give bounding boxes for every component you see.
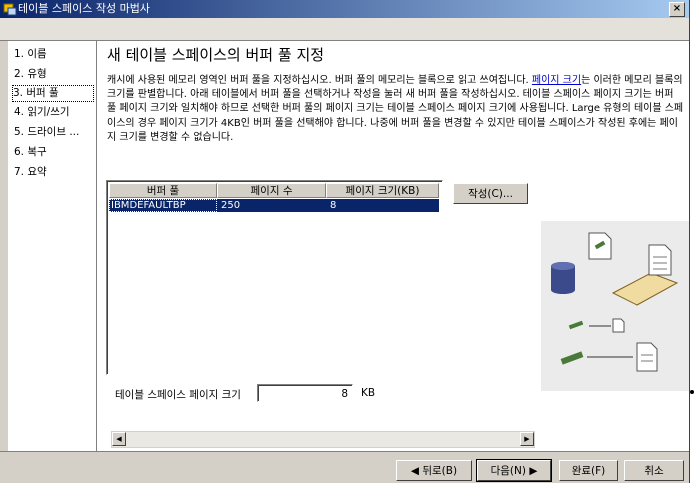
- bufferpool-illustration: [541, 221, 689, 391]
- column-header-pages[interactable]: 페이지 수: [217, 183, 326, 198]
- main-panel: 새 테이블 스페이스의 버퍼 풀 지정 캐시에 사용된 메모리 영역인 버퍼 풀…: [97, 41, 689, 451]
- description-text-1: 캐시에 사용된 메모리 영역인 버퍼 풀을 지정하십시오. 버퍼 풀의 메모리는…: [107, 75, 532, 86]
- page-title: 새 테이블 스페이스의 버퍼 풀 지정: [107, 46, 325, 64]
- create-button[interactable]: 작성(C)...: [453, 183, 528, 204]
- back-button[interactable]: ◀ 뒤로(B): [396, 460, 472, 481]
- column-header-pagesize[interactable]: 페이지 크기(KB): [326, 183, 439, 198]
- cell-pagesize: 8: [330, 200, 337, 211]
- resize-dot: [690, 390, 694, 394]
- app-icon: [3, 3, 17, 16]
- nav-item-type[interactable]: 2. 유형: [14, 67, 94, 82]
- step-navigation: 1. 이름 2. 유형 3. 버퍼 풀 4. 읽기/쓰기 5. 드라이브 ...…: [8, 41, 97, 451]
- window-title: 테이블 스페이스 작성 마법사: [18, 2, 150, 15]
- document-icon: [588, 232, 612, 260]
- database-icon: [551, 262, 575, 294]
- nav-item-summary[interactable]: 7. 요약: [14, 165, 94, 180]
- page-size-field[interactable]: 8: [257, 384, 353, 402]
- close-button[interactable]: ×: [669, 2, 685, 17]
- finish-button[interactable]: 완료(F): [559, 460, 618, 481]
- wizard-window: 테이블 스페이스 작성 마법사 × 1. 이름 2. 유형 3. 버퍼 풀 4.…: [0, 0, 690, 483]
- horizontal-scrollbar[interactable]: ◀ ▶: [111, 431, 535, 448]
- close-icon: ×: [672, 3, 682, 14]
- bufferpool-table[interactable]: 버퍼 풀 페이지 수 페이지 크기(KB) IBMDEFAULTBP 250 8: [106, 180, 443, 375]
- cell-bufferpool: IBMDEFAULTBP: [109, 199, 217, 212]
- nav-item-bufferpool[interactable]: 3. 버퍼 풀: [12, 85, 94, 102]
- column-header-bufferpool[interactable]: 버퍼 풀: [109, 183, 217, 198]
- page-size-link[interactable]: 페이지 크기: [532, 75, 581, 86]
- cell-pages: 250: [221, 200, 241, 211]
- scroll-left-icon[interactable]: ◀: [112, 432, 126, 446]
- nav-item-recovery[interactable]: 6. 복구: [14, 145, 94, 160]
- scroll-right-icon[interactable]: ▶: [520, 432, 534, 446]
- button-bar: ◀ 뒤로(B) 다음(N) ▶ 완료(F) 취소: [0, 451, 689, 483]
- cancel-button[interactable]: 취소: [624, 460, 684, 481]
- description: 캐시에 사용된 메모리 영역인 버퍼 풀을 지정하십시오. 버퍼 풀의 메모리는…: [107, 74, 685, 145]
- nav-item-readwrite[interactable]: 4. 읽기/쓰기: [14, 105, 94, 120]
- header-band: [0, 18, 689, 41]
- nav-item-name[interactable]: 1. 이름: [14, 47, 94, 62]
- next-button[interactable]: 다음(N) ▶: [476, 459, 552, 482]
- title-bar[interactable]: 테이블 스페이스 작성 마법사 ×: [0, 0, 689, 18]
- page-size-unit: KB: [361, 387, 376, 399]
- table-row[interactable]: IBMDEFAULTBP 250 8: [109, 199, 439, 212]
- page-size-label: 테이블 스페이스 페이지 크기: [115, 389, 241, 401]
- nav-item-drive[interactable]: 5. 드라이브 ...: [14, 125, 94, 140]
